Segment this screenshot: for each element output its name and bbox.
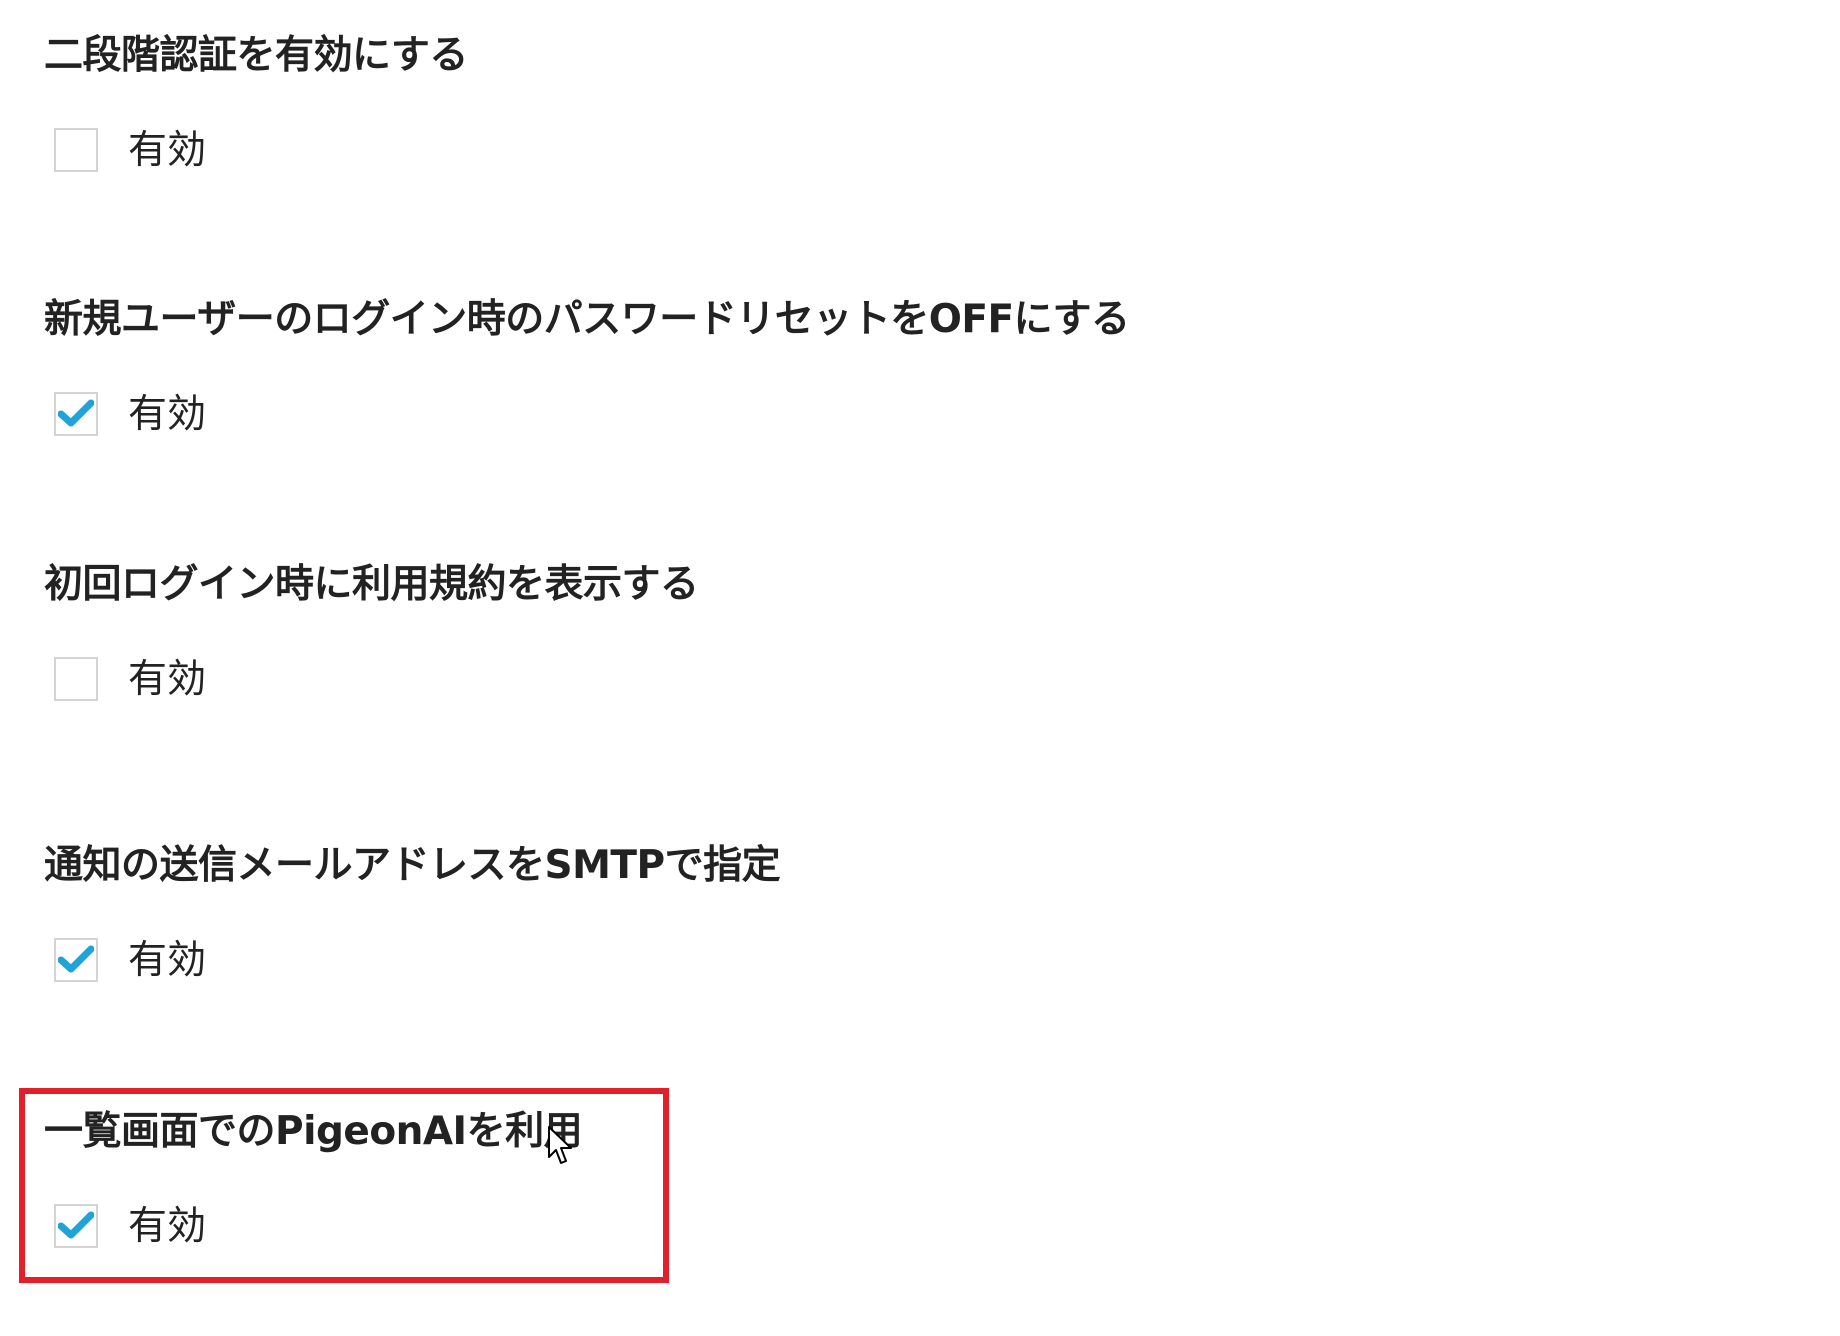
checkbox-terms-display[interactable] <box>54 657 98 701</box>
setting-title-pigeon-ai: 一覧画面でのPigeonAIを利用 <box>44 1109 583 1154</box>
checkbox-smtp-sender[interactable] <box>54 938 98 982</box>
checkbox-label-pigeon-ai[interactable]: 有効 <box>128 1207 206 1246</box>
checkbox-label-smtp-sender[interactable]: 有効 <box>128 941 206 980</box>
setting-title-two-factor: 二段階認証を有効にする <box>44 33 468 78</box>
setting-title-smtp-sender: 通知の送信メールアドレスをSMTPで指定 <box>44 843 781 888</box>
setting-title-terms-display: 初回ログイン時に利用規約を表示する <box>44 562 699 607</box>
checkbox-row-pigeon-ai[interactable]: 有効 <box>54 1204 206 1248</box>
setting-two-factor: 二段階認証を有効にする 有効 <box>44 33 468 172</box>
checkbox-row-two-factor[interactable]: 有効 <box>54 128 206 172</box>
checkmark-icon <box>58 945 94 973</box>
mouse-cursor-icon <box>548 1126 572 1164</box>
checkbox-row-smtp-sender[interactable]: 有効 <box>54 938 206 982</box>
checkbox-two-factor[interactable] <box>54 128 98 172</box>
checkbox-password-reset-off[interactable] <box>54 392 98 436</box>
checkbox-label-terms-display[interactable]: 有効 <box>128 660 206 699</box>
checkbox-label-password-reset-off[interactable]: 有効 <box>128 395 206 434</box>
checkbox-row-password-reset-off[interactable]: 有効 <box>54 392 206 436</box>
setting-password-reset-off: 新規ユーザーのログイン時のパスワードリセットをOFFにする 有効 <box>44 297 1130 436</box>
checkbox-row-terms-display[interactable]: 有効 <box>54 657 206 701</box>
setting-pigeon-ai: 一覧画面でのPigeonAIを利用 有効 <box>44 1109 583 1248</box>
checkbox-label-two-factor[interactable]: 有効 <box>128 131 206 170</box>
checkbox-pigeon-ai[interactable] <box>54 1204 98 1248</box>
checkmark-icon <box>58 399 94 427</box>
setting-title-password-reset-off: 新規ユーザーのログイン時のパスワードリセットをOFFにする <box>44 297 1130 342</box>
setting-smtp-sender: 通知の送信メールアドレスをSMTPで指定 有効 <box>44 843 781 982</box>
checkmark-icon <box>58 1211 94 1239</box>
setting-terms-display: 初回ログイン時に利用規約を表示する 有効 <box>44 562 699 701</box>
